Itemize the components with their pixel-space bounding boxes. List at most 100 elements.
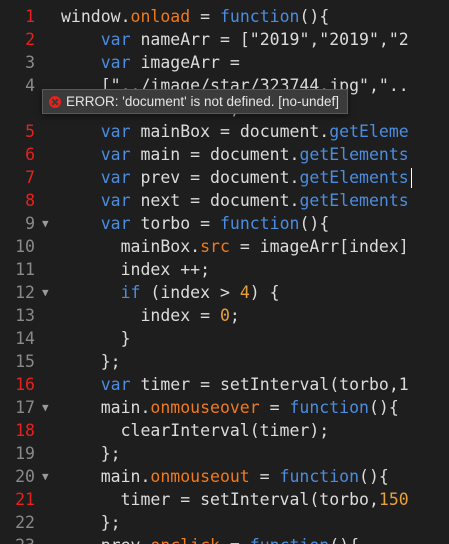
line-number: 22 [15,513,35,532]
code-text: clearInterval(timer); [61,419,330,442]
code-token: onclick [150,536,220,544]
code-text: }; [61,350,121,373]
code-line[interactable]: 23 prev.onclick = function(){ [0,534,449,544]
code-token: (){ [329,536,359,544]
code-token: var [100,214,131,233]
line-number: 12 [15,283,35,302]
code-token: if [120,283,141,302]
code-line[interactable]: 16 var timer = setInterval(torbo,1 [0,373,449,396]
code-token: var [100,53,131,72]
code-text: main.onmouseover = function(){ [61,396,399,419]
code-line[interactable]: 13 index = 0; [0,304,449,327]
fold-arrow-icon[interactable]: ▼ [42,212,49,235]
line-number: 4 [25,76,35,95]
code-token: var [100,145,131,164]
code-text: }; [61,442,121,465]
code-text: window.onload = function(){ [61,5,329,28]
code-line[interactable]: 14 } [0,327,449,350]
code-line[interactable]: 20 ▼ main.onmouseout = function(){ [0,465,449,488]
code-token: timer = setInterval(torbo,1 [130,375,409,394]
fold-arrow-icon[interactable]: ▼ [42,465,49,488]
fold-arrow-icon[interactable]: ▼ [42,281,49,304]
line-number-error: 21 [15,490,35,509]
code-token: clearInterval(timer); [61,421,330,440]
code-token: var [100,122,131,141]
code-line[interactable]: 2 var nameArr = ["2019","2019","2 [0,28,449,51]
code-text: } [61,327,131,350]
line-number-error: 18 [15,421,35,440]
code-token: index = [61,306,220,325]
line-number-error: 7 [25,168,35,187]
code-line[interactable]: 6 var main = document.getElements [0,143,449,166]
code-text: index ++; [61,258,210,281]
code-line[interactable]: 9 ▼ var torbo = function(){ [0,212,449,235]
line-number: 11 [15,260,35,279]
code-line[interactable]: 10 mainBox.src = imageArr[index] [0,235,449,258]
code-line[interactable]: 19 }; [0,442,449,465]
line-number: 3 [25,53,35,72]
line-number: 19 [15,444,35,463]
code-text: mainBox.src = imageArr[index] [61,235,409,258]
code-line[interactable]: 17 ▼ main.onmouseover = function(){ [0,396,449,419]
code-token: var [100,168,131,187]
code-line[interactable]: 3 var imageArr = [0,51,449,74]
lint-error-message: ERROR: 'document' is not defined. [no-un… [66,94,340,109]
code-token: = [220,536,250,544]
code-text: var torbo = function(){ [61,212,330,235]
code-token: imageArr = [130,53,240,72]
code-text: }; [61,511,121,534]
code-token: prev = document. [130,168,300,187]
code-token: function [279,467,360,486]
code-token: torbo = [130,214,220,233]
line-number-error: 8 [25,191,35,210]
code-token: (){ [299,214,330,233]
lint-error-tooltip: ERROR: 'document' is not defined. [no-un… [42,89,349,114]
code-line[interactable]: 7 var prev = document.getElements [0,166,449,189]
code-line[interactable]: 5 var mainBox = document.getEleme [0,120,449,143]
line-number-error: 2 [25,30,35,49]
code-token: function [289,398,369,417]
code-token: (){ [368,398,399,417]
code-text: var mainBox = document.getEleme [61,120,409,143]
code-text: var main = document.getElements [61,143,409,166]
code-token: var [100,191,131,210]
code-line[interactable]: 21 timer = setInterval(torbo,150 [0,488,449,511]
code-token: (){ [359,467,389,486]
code-token: = [249,467,280,486]
line-number: 13 [15,306,35,325]
code-line[interactable]: 15 }; [0,350,449,373]
code-line[interactable]: 12 ▼ if (index > 4) { [0,281,449,304]
code-line[interactable]: 1 window.onload = function(){ [0,5,449,28]
code-token: timer = setInterval(torbo, [61,490,379,509]
code-line[interactable]: 18 clearInterval(timer); [0,419,449,442]
code-token: }; [61,352,121,371]
code-token: getElements [299,145,409,164]
code-token: function [250,536,329,544]
code-text: var imageArr = [61,51,240,74]
code-token: onload [130,7,191,26]
code-text: var timer = setInterval(torbo,1 [61,373,409,396]
code-editor[interactable]: 1 window.onload = function(){2 var nameAr… [0,0,449,544]
code-text: var prev = document.getElements [61,166,409,189]
code-token: = [259,398,290,417]
code-text: index = 0; [61,304,239,327]
error-circle-icon [49,95,61,108]
code-token: (){ [299,7,330,26]
code-line[interactable]: 8 var next = document.getElements [0,189,449,212]
code-line[interactable]: 11 index ++; [0,258,449,281]
code-text: if (index > 4) { [61,281,280,304]
line-number-error: 6 [25,145,35,164]
line-number-error: 16 [15,375,35,394]
code-line[interactable]: 22 }; [0,511,449,534]
fold-arrow-icon[interactable]: ▼ [42,396,49,419]
code-token: getElements [299,168,409,187]
code-token: mainBox. [61,237,201,256]
code-token: = [190,7,220,26]
